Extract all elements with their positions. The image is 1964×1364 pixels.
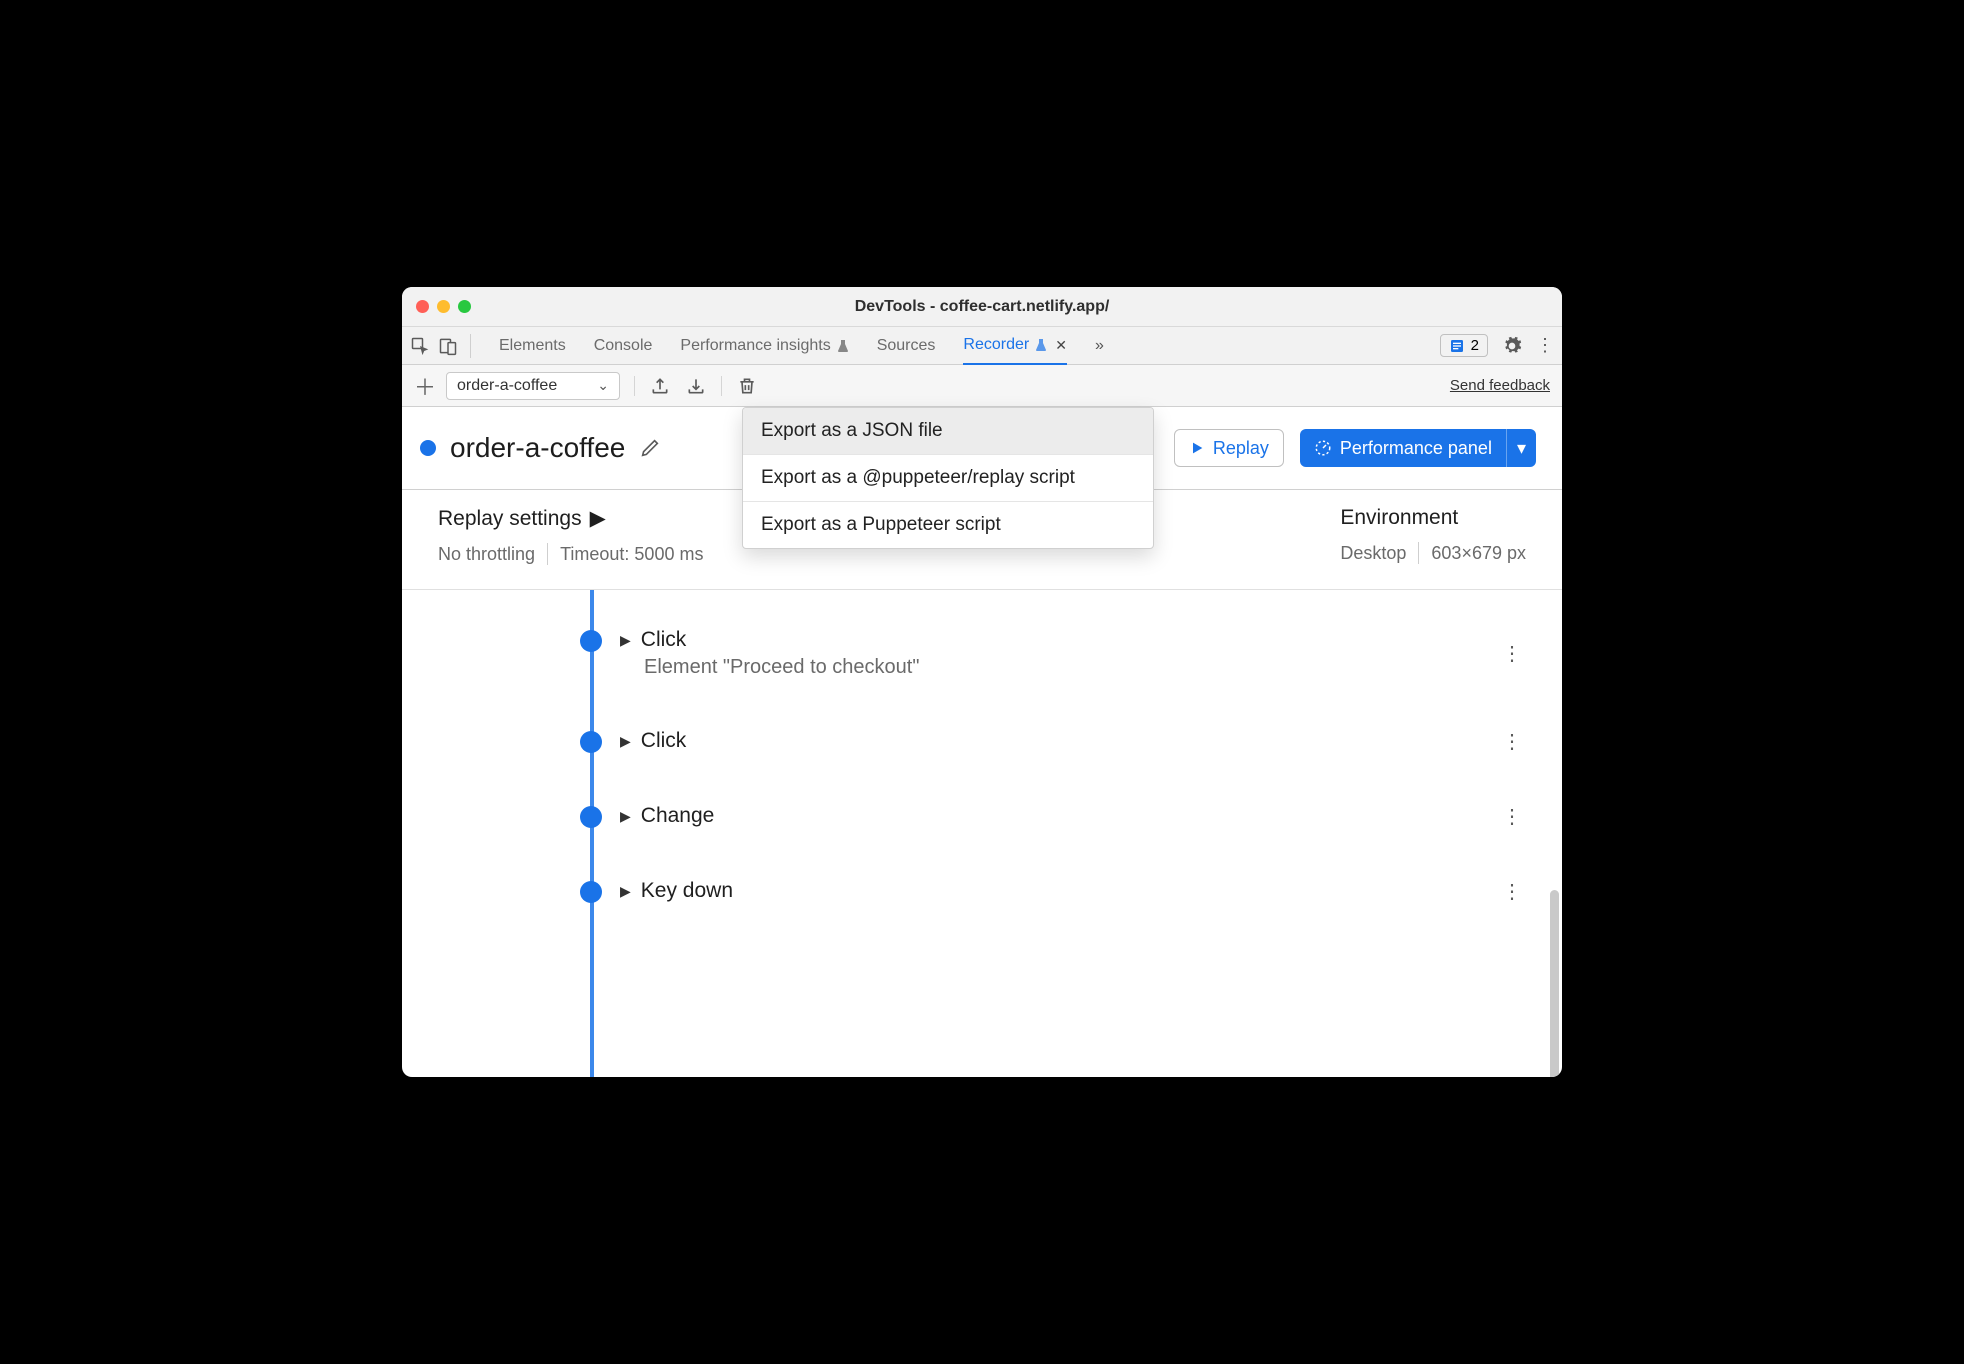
separator [1418, 542, 1419, 564]
step-name: Click [641, 628, 687, 652]
select-element-icon[interactable] [410, 336, 430, 356]
more-options-icon[interactable]: ⋮ [1536, 335, 1554, 356]
step-name: Key down [641, 879, 733, 903]
step-name: Click [641, 729, 687, 753]
edit-title-icon[interactable] [639, 437, 661, 459]
caret-right-icon: ▶ [590, 506, 606, 531]
more-tabs-icon[interactable]: » [1095, 337, 1104, 355]
step-row[interactable]: ▶ Click ⋮ [402, 729, 1542, 754]
environment-values: Desktop 603×679 px [1340, 542, 1526, 564]
caret-right-icon[interactable]: ▶ [620, 883, 631, 900]
replay-button[interactable]: Replay [1174, 429, 1284, 467]
step-row[interactable]: ▶ Key down ⋮ [402, 879, 1542, 904]
close-window-button[interactable] [416, 300, 429, 313]
tab-recorder[interactable]: Recorder ✕ [963, 328, 1067, 365]
delete-icon[interactable] [736, 375, 758, 397]
separator [721, 376, 722, 396]
flask-icon [1035, 338, 1047, 352]
issues-icon [1449, 338, 1465, 354]
replay-settings-values: No throttling Timeout: 5000 ms [438, 543, 703, 565]
toolbar-actions [630, 375, 758, 397]
export-json-item[interactable]: Export as a JSON file [743, 408, 1153, 455]
step-menu-icon[interactable]: ⋮ [1502, 879, 1522, 904]
inspect-tools [410, 334, 471, 358]
tab-console[interactable]: Console [594, 327, 653, 364]
step-row[interactable]: ▶ Click Element "Proceed to checkout" ⋮ [402, 628, 1542, 679]
export-puppeteer-item[interactable]: Export as a Puppeteer script [743, 502, 1153, 548]
environment-title: Environment [1340, 506, 1458, 530]
export-puppeteer-replay-item[interactable]: Export as a @puppeteer/replay script [743, 455, 1153, 502]
replay-settings-toggle[interactable]: Replay settings ▶ [438, 506, 703, 531]
performance-dropdown-button[interactable]: ▾ [1506, 429, 1536, 467]
caret-down-icon: ▾ [1517, 438, 1526, 459]
issues-count: 2 [1471, 337, 1479, 354]
step-dot-icon [580, 806, 602, 828]
steps-scroll[interactable]: ▶ Click Element "Proceed to checkout" ⋮ … [402, 590, 1562, 1077]
step-subtitle: Element "Proceed to checkout" [644, 656, 1484, 679]
steps-list: ▶ Click Element "Proceed to checkout" ⋮ … [402, 590, 1542, 904]
export-icon[interactable] [649, 375, 671, 397]
env-device: Desktop [1340, 543, 1406, 564]
scrollbar-thumb[interactable] [1550, 890, 1559, 1077]
separator [634, 376, 635, 396]
separator [547, 543, 548, 565]
caret-right-icon[interactable]: ▶ [620, 733, 631, 750]
tabstrip-tools: 2 ⋮ [1440, 334, 1554, 357]
tab-sources[interactable]: Sources [877, 327, 936, 364]
step-dot-icon [580, 630, 602, 652]
devtools-window: DevTools - coffee-cart.netlify.app/ Elem… [402, 287, 1562, 1077]
step-row[interactable]: ▶ Change ⋮ [402, 804, 1542, 829]
traffic-lights [416, 300, 471, 313]
env-size: 603×679 px [1431, 543, 1526, 564]
replay-settings: Replay settings ▶ No throttling Timeout:… [438, 506, 703, 565]
recorder-toolbar: ＋ order-a-coffee ⌄ Send feedback [402, 365, 1562, 407]
performance-panel-button[interactable]: Performance panel ▾ [1300, 429, 1536, 467]
settings-icon[interactable] [1502, 336, 1522, 356]
step-name: Change [641, 804, 715, 828]
throttling-value[interactable]: No throttling [438, 544, 535, 565]
maximize-window-button[interactable] [458, 300, 471, 313]
issues-button[interactable]: 2 [1440, 334, 1488, 357]
step-menu-icon[interactable]: ⋮ [1502, 729, 1522, 754]
tab-elements[interactable]: Elements [499, 327, 566, 364]
play-icon [1189, 440, 1205, 456]
step-menu-icon[interactable]: ⋮ [1502, 641, 1522, 666]
send-feedback-link[interactable]: Send feedback [1450, 377, 1550, 394]
recording-selector-label: order-a-coffee [457, 377, 557, 395]
timeout-value[interactable]: Timeout: 5000 ms [560, 544, 703, 565]
panel-tabs: Elements Console Performance insights So… [499, 327, 1430, 364]
record-indicator-icon [420, 440, 436, 456]
recording-selector[interactable]: order-a-coffee ⌄ [446, 372, 620, 400]
environment-settings: Environment Desktop 603×679 px [1340, 506, 1526, 565]
devtools-tabstrip: Elements Console Performance insights So… [402, 327, 1562, 365]
import-icon[interactable] [685, 375, 707, 397]
performance-button-label: Performance panel [1340, 438, 1492, 459]
flask-icon [837, 339, 849, 353]
gauge-icon [1314, 439, 1332, 457]
chevron-down-icon: ⌄ [597, 377, 609, 394]
export-menu: Export as a JSON file Export as a @puppe… [742, 407, 1154, 549]
timeline-panel: ▶ Click Element "Proceed to checkout" ⋮ … [402, 590, 1562, 1077]
caret-right-icon[interactable]: ▶ [620, 632, 631, 649]
caret-right-icon[interactable]: ▶ [620, 808, 631, 825]
header-actions: Replay Performance panel ▾ [1174, 429, 1536, 467]
window-titlebar: DevTools - coffee-cart.netlify.app/ [402, 287, 1562, 327]
step-dot-icon [580, 881, 602, 903]
step-menu-icon[interactable]: ⋮ [1502, 804, 1522, 829]
tab-performance-insights[interactable]: Performance insights [680, 327, 848, 364]
window-title: DevTools - coffee-cart.netlify.app/ [855, 298, 1110, 316]
minimize-window-button[interactable] [437, 300, 450, 313]
new-recording-icon[interactable]: ＋ [414, 370, 436, 402]
step-dot-icon [580, 731, 602, 753]
close-tab-icon[interactable]: ✕ [1055, 337, 1067, 354]
recording-title: order-a-coffee [450, 432, 625, 464]
device-toolbar-icon[interactable] [438, 336, 458, 356]
replay-button-label: Replay [1213, 438, 1269, 459]
